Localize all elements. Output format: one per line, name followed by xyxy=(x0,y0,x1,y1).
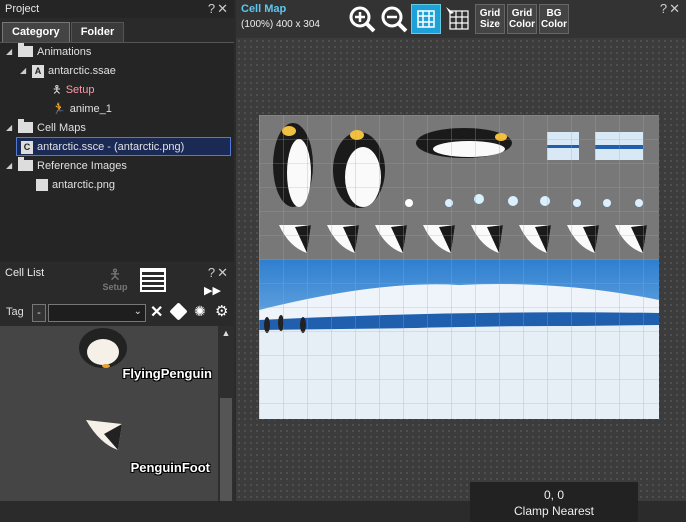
project-title-text: Project xyxy=(5,3,40,15)
folder-icon xyxy=(18,156,33,171)
cell-name-label: PenguinFoot xyxy=(130,460,210,475)
grid-toggle-button[interactable] xyxy=(411,4,441,34)
project-title: Project ?✕ xyxy=(0,0,234,18)
tag-icon[interactable] xyxy=(169,302,188,321)
tag-dropdown[interactable]: ⌄ xyxy=(48,304,146,322)
tree-item-reference-images[interactable]: ◢ Reference Images xyxy=(6,156,127,175)
tab-category[interactable]: Category xyxy=(2,22,70,42)
bg-color-button[interactable]: BG Color xyxy=(539,4,569,34)
project-panel: Project ?✕ Category Folder ◢ Animations … xyxy=(0,0,234,262)
cell-map-window-controls[interactable]: ?✕ xyxy=(660,1,682,17)
tree-item-setup[interactable]: 🯅 Setup xyxy=(52,81,94,99)
gear-icon[interactable]: ⚙ xyxy=(215,302,228,320)
cellmap-file-icon: C xyxy=(21,140,33,154)
tree-item-animation-file[interactable]: ◢ Aantarctic.ssae xyxy=(20,62,116,80)
cell-map-panel: Cell Map (100%) 400 x 304 ?✕ Grid Size Gr… xyxy=(236,0,686,522)
project-tree: ◢ Animations ◢ Aantarctic.ssae 🯅 Setup 🏃 a… xyxy=(0,42,234,262)
tag-row: Tag - ⌄ ✕ ✺ ⚙ xyxy=(0,302,234,324)
tree-item-cellmap-file[interactable]: Cantarctic.ssce - (antarctic.png) xyxy=(16,137,231,156)
expand-triangle-icon[interactable]: ◢ xyxy=(20,62,26,80)
running-figure-icon: 🏃 xyxy=(52,103,66,116)
chevron-down-icon: ⌄ xyxy=(133,306,142,317)
image-file-icon xyxy=(36,179,48,192)
cell-map-canvas[interactable]: 0, 0 Clamp Nearest xyxy=(236,38,686,522)
tag-label: Tag xyxy=(6,306,24,318)
expand-triangle-icon[interactable]: ◢ xyxy=(6,119,12,137)
grid-select-icon[interactable] xyxy=(444,5,472,33)
scroll-up-arrow-icon[interactable]: ▲ xyxy=(218,326,234,338)
zoom-in-icon[interactable] xyxy=(348,5,376,33)
cell-list-window-controls[interactable]: ?✕ xyxy=(208,265,230,281)
setup-figure-icon: 🯅 xyxy=(108,266,122,282)
cell-list-panel: Cell List ?✕ 🯅 Setup ▶▶ Tag - ⌄ ✕ ✺ ⚙ Fl… xyxy=(0,264,234,501)
project-tabs: Category Folder xyxy=(2,22,125,42)
tree-item-cellmaps[interactable]: ◢ Cell Maps xyxy=(6,118,86,137)
sprite-sheet-image[interactable] xyxy=(259,115,659,419)
expand-triangle-icon[interactable]: ◢ xyxy=(6,43,12,61)
animation-file-icon: A xyxy=(32,64,44,78)
grid-size-button[interactable]: Grid Size xyxy=(475,4,505,34)
status-readout: 0, 0 Clamp Nearest xyxy=(470,482,638,522)
cell-name-label: FlyingPenguin xyxy=(122,366,212,381)
penguin-foot-image xyxy=(86,420,122,450)
folder-icon xyxy=(18,118,33,133)
cell-thumb-flying-penguin[interactable]: FlyingPenguin xyxy=(0,326,218,414)
cell-map-info: (100%) 400 x 304 xyxy=(241,19,320,30)
expand-triangle-icon[interactable]: ◢ xyxy=(6,157,12,175)
grid-color-button[interactable]: Grid Color xyxy=(507,4,537,34)
filmstrip-icon[interactable] xyxy=(140,268,166,292)
grid-icon xyxy=(417,10,435,28)
folder-icon xyxy=(18,42,33,57)
close-icon[interactable]: ✕ xyxy=(150,302,163,322)
play-forward-icon[interactable]: ▶▶ xyxy=(204,284,221,297)
tag-minus-button[interactable]: - xyxy=(32,304,46,322)
tree-item-reference-file[interactable]: antarctic.png xyxy=(36,176,115,194)
project-window-controls[interactable]: ?✕ xyxy=(208,1,230,17)
cell-map-title: Cell Map xyxy=(241,3,287,15)
tree-item-animations[interactable]: ◢ Animations xyxy=(6,42,91,61)
cell-thumb-penguin-foot[interactable]: PenguinFoot xyxy=(0,414,218,501)
status-filter-mode: Clamp Nearest xyxy=(513,504,595,518)
tab-folder[interactable]: Folder xyxy=(70,22,125,42)
cell-list-content: FlyingPenguin PenguinFoot xyxy=(0,326,218,501)
setup-figure-icon: 🯅 xyxy=(52,84,62,97)
tree-item-anime[interactable]: 🏃 anime_1 xyxy=(52,100,112,118)
cell-list-scrollbar[interactable]: ▲ xyxy=(218,326,234,501)
scrollbar-thumb[interactable] xyxy=(220,398,232,501)
sparkle-icon[interactable]: ✺ xyxy=(194,303,206,320)
setup-button[interactable]: 🯅 Setup xyxy=(98,266,132,298)
zoom-out-icon[interactable] xyxy=(380,5,408,33)
